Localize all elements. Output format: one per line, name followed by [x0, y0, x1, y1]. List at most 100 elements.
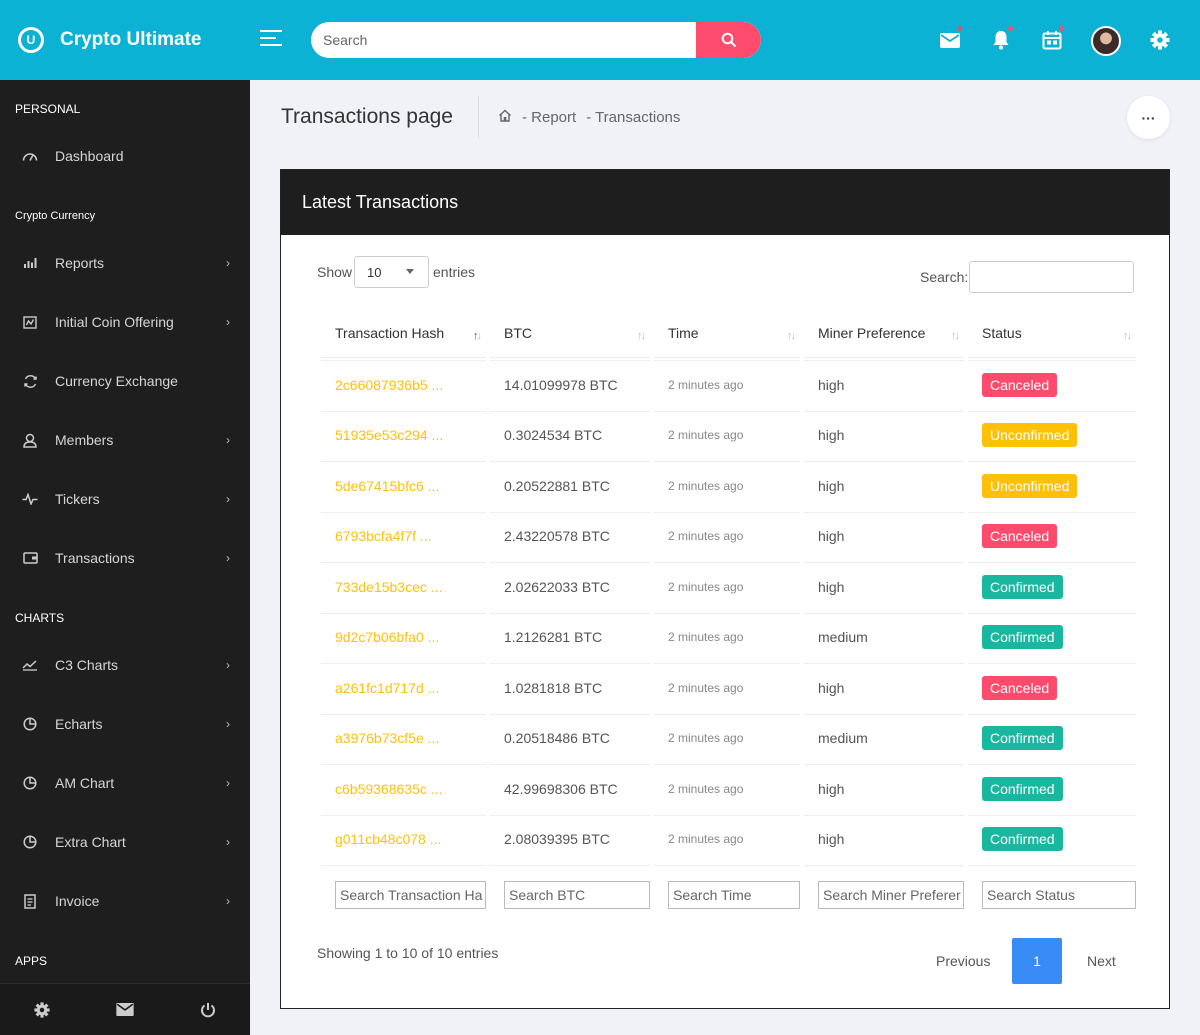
sidebar-section-crypto-currency: Crypto Currency [15, 210, 96, 222]
pagination-page-button[interactable]: 1 [1012, 938, 1062, 984]
transaction-hash[interactable]: c6b59368635c ... [321, 764, 486, 813]
filter-time-input[interactable] [668, 880, 800, 909]
app-name: Crypto Ultimate [60, 29, 202, 50]
envelope-icon[interactable] [115, 1000, 135, 1020]
btc-amount: 0.3024534 BTC [490, 410, 650, 460]
search-button[interactable] [696, 22, 761, 58]
miner-preference: high [804, 511, 964, 561]
miner-preference: medium [804, 612, 964, 662]
transaction-hash[interactable]: 733de15b3cec ... [321, 562, 486, 611]
sidebar-item-extra-chart[interactable]: Extra Chart › [0, 822, 250, 862]
transaction-hash[interactable]: 9d2c7b06bfa0 ... [321, 612, 486, 662]
chevron-right-icon: › [226, 658, 230, 672]
sidebar-item-currency-exchange[interactable]: Currency Exchange [0, 361, 250, 401]
time: 2 minutes ago [654, 814, 800, 864]
miner-preference: high [804, 360, 964, 409]
time: 2 minutes ago [654, 713, 800, 763]
sidebar-item-members[interactable]: Members › [0, 420, 250, 460]
mail-button[interactable] [938, 26, 962, 52]
status-cell: Unconfirmed [968, 410, 1136, 460]
table-search-input[interactable] [969, 261, 1134, 293]
sidebar-item-invoice[interactable]: Invoice › [0, 881, 250, 921]
logo[interactable]: U Crypto Ultimate [0, 0, 250, 80]
sidebar-item-label: Extra Chart [55, 834, 126, 850]
sidebar-item-dashboard[interactable]: Dashboard [0, 136, 250, 176]
miner-preference: high [804, 663, 964, 712]
column-header-btc[interactable]: BTC ↑↓ [490, 308, 650, 358]
chevron-right-icon: › [226, 315, 230, 329]
settings-gear-icon[interactable] [32, 1000, 52, 1020]
chevron-right-icon: › [226, 492, 230, 506]
settings-button[interactable] [1148, 28, 1172, 52]
column-header-miner-preference[interactable]: Miner Preference ↑↓ [804, 308, 964, 358]
filter-miner-preference-input[interactable] [818, 880, 964, 909]
column-header-status[interactable]: Status ↑↓ [968, 308, 1136, 358]
user-avatar[interactable] [1091, 26, 1121, 56]
pagination-next-button[interactable]: Next [1087, 953, 1116, 969]
notifications-button[interactable] [989, 26, 1013, 52]
sidebar-item-initial-coin-offering[interactable]: Initial Coin Offering › [0, 302, 250, 342]
transaction-hash[interactable]: 51935e53c294 ... [321, 410, 486, 460]
sidebar-item-reports[interactable]: Reports › [0, 243, 250, 283]
btc-amount: 2.43220578 BTC [490, 511, 650, 561]
status-cell: Unconfirmed [968, 461, 1136, 510]
panel-title: Latest Transactions [281, 170, 1169, 235]
miner-preference: medium [804, 713, 964, 763]
filter-cell [968, 865, 1136, 923]
sidebar-item-transactions[interactable]: Transactions › [0, 538, 250, 578]
btc-amount: 1.0281818 BTC [490, 663, 650, 712]
filter-btc-input[interactable] [504, 880, 650, 909]
transaction-hash[interactable]: 6793bcfa4f7f ... [321, 511, 486, 561]
pagination-previous-button[interactable]: Previous [936, 953, 990, 969]
sidebar-item-tickers[interactable]: Tickers › [0, 479, 250, 519]
column-header-transaction-hash[interactable]: Transaction Hash ↑↓ [321, 308, 486, 358]
latest-transactions-panel: Latest Transactions Show 10 entries Sear… [280, 169, 1170, 1009]
home-icon[interactable] [498, 109, 512, 126]
sort-icon: ↑↓ [473, 330, 482, 342]
logo-icon: U [18, 27, 44, 53]
chevron-right-icon: › [226, 776, 230, 790]
breadcrumb-report[interactable]: - Report [522, 109, 576, 126]
chevron-right-icon: › [226, 894, 230, 908]
breadcrumb-transactions: - Transactions [586, 109, 681, 126]
btc-amount: 0.20522881 BTC [490, 461, 650, 510]
filter-status-input[interactable] [982, 880, 1136, 909]
sidebar-item-label: Echarts [55, 716, 103, 732]
transaction-hash[interactable]: 2c66087936b5 ... [321, 360, 486, 409]
status-badge: Unconfirmed [982, 423, 1078, 448]
column-header-time[interactable]: Time ↑↓ [654, 308, 800, 358]
sort-icon: ↑↓ [1123, 330, 1132, 342]
chevron-right-icon: › [226, 835, 230, 849]
btc-amount: 2.08039395 BTC [490, 814, 650, 864]
miner-preference: high [804, 562, 964, 611]
table-row: c6b59368635c ... 42.99698306 BTC 2 minut… [321, 764, 1136, 813]
page-length-select[interactable]: 10 [354, 256, 429, 288]
miner-preference: high [804, 410, 964, 460]
table-row: 6793bcfa4f7f ... 2.43220578 BTC 2 minute… [321, 511, 1136, 561]
search-input[interactable] [311, 22, 696, 58]
filter-transaction-hash-input[interactable] [335, 880, 486, 909]
chevron-right-icon: › [226, 551, 230, 565]
power-icon[interactable] [198, 1000, 218, 1020]
time: 2 minutes ago [654, 562, 800, 611]
sidebar: PERSONAL Crypto Currency CHARTS APPS Das… [0, 80, 250, 1035]
filter-cell [321, 865, 486, 923]
status-badge: Canceled [982, 675, 1058, 700]
sidebar-section-charts: CHARTS [15, 611, 65, 625]
transaction-hash[interactable]: a261fc1d717d ... [321, 663, 486, 712]
bar-chart-icon [21, 257, 39, 269]
table-row: 5de67415bfc6 ... 0.20522881 BTC 2 minute… [321, 461, 1136, 510]
chevron-right-icon: › [226, 256, 230, 270]
table-row: 9d2c7b06bfa0 ... 1.2126281 BTC 2 minutes… [321, 612, 1136, 662]
transaction-hash[interactable]: a3976b73cf5e ... [321, 713, 486, 763]
calendar-button[interactable] [1040, 26, 1064, 52]
sidebar-section-apps: APPS [15, 954, 48, 968]
transaction-hash[interactable]: g011cb48c078 ... [321, 814, 486, 864]
status-badge: Confirmed [982, 625, 1063, 650]
transaction-hash[interactable]: 5de67415bfc6 ... [321, 461, 486, 510]
sidebar-item-am-chart[interactable]: AM Chart › [0, 763, 250, 803]
sidebar-item-c3-charts[interactable]: C3 Charts › [0, 645, 250, 685]
more-options-button[interactable]: ··· [1127, 96, 1170, 139]
menu-toggle-icon[interactable] [260, 30, 282, 48]
sidebar-item-echarts[interactable]: Echarts › [0, 704, 250, 744]
